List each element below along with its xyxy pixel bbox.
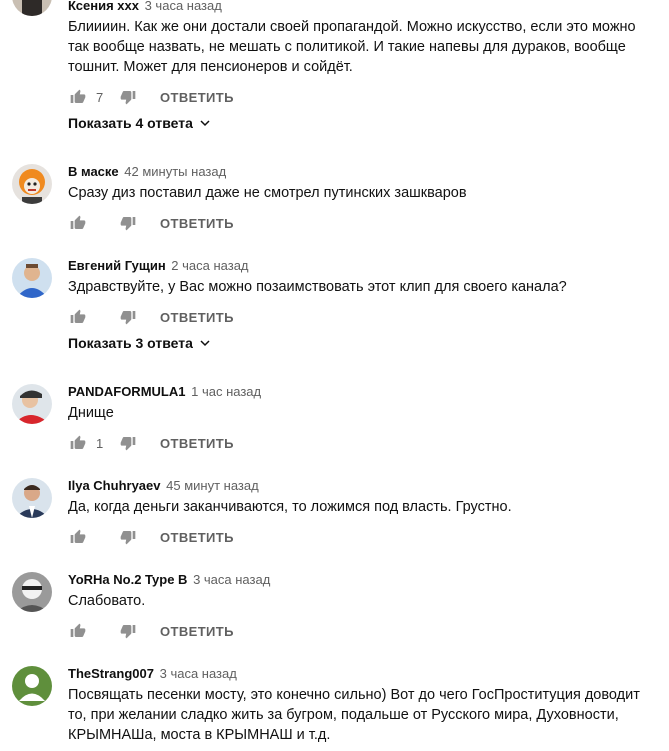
reply-button[interactable]: ОТВЕТИТЬ	[160, 216, 234, 231]
comment-header: Ксения xxx 3 часа назад	[68, 0, 659, 14]
comment-time[interactable]: 3 часа назад	[160, 666, 237, 681]
like-button[interactable]	[68, 621, 88, 641]
dislike-button[interactable]	[118, 307, 138, 327]
comment-header: PANDAFORMULA1 1 час назад	[68, 384, 659, 400]
comment-time[interactable]: 42 минуты назад	[124, 164, 226, 179]
comment-text: Сразу диз поставил даже не смотрел путин…	[68, 185, 467, 201]
thumbs-up-icon	[70, 529, 86, 543]
comment-actions: ОТВЕТИТЬ	[68, 525, 659, 549]
avatar-default-green-icon	[12, 666, 52, 706]
avatar[interactable]	[12, 0, 52, 16]
thumbs-up-icon	[70, 435, 86, 449]
thumbs-down-icon	[120, 531, 136, 545]
comment-text: Блиииин. Как же они достали своей пропаг…	[68, 19, 636, 75]
comment-time[interactable]: 45 минут назад	[166, 478, 259, 493]
reply-button[interactable]: ОТВЕТИТЬ	[160, 90, 234, 105]
author-name[interactable]: TheStrang007	[68, 666, 154, 681]
show-replies-label: Показать 4 ответа	[68, 115, 193, 131]
chevron-down-icon	[199, 117, 211, 129]
comment-header: В маске 42 минуты назад	[68, 164, 659, 180]
avatar[interactable]	[12, 572, 52, 612]
avatar[interactable]	[12, 478, 52, 518]
author-name[interactable]: В маске	[68, 164, 119, 179]
thumbs-down-icon	[120, 437, 136, 451]
reply-button[interactable]: ОТВЕТИТЬ	[160, 624, 234, 639]
like-button[interactable]	[68, 87, 88, 107]
comment-actions: ОТВЕТИТЬ	[68, 305, 659, 329]
comment-header: TheStrang007 3 часа назад	[68, 666, 659, 682]
avatar-clown-mask-icon	[12, 164, 52, 204]
like-button[interactable]	[68, 527, 88, 547]
comment-actions: 7 ОТВЕТИТЬ	[68, 85, 659, 109]
comment-text: Да, когда деньги заканчиваются, то ложим…	[68, 499, 512, 515]
like-button[interactable]	[68, 307, 88, 327]
avatar[interactable]	[12, 164, 52, 204]
thumbs-down-icon	[120, 91, 136, 105]
like-count: 7	[96, 89, 104, 105]
comment-header: Ilya Chuhryaev 45 минут назад	[68, 478, 659, 494]
dislike-button[interactable]	[118, 621, 138, 641]
author-name[interactable]: YoRHa No.2 Type B	[68, 572, 187, 587]
thumbs-up-icon	[70, 89, 86, 103]
like-count: 1	[96, 435, 104, 451]
thumbs-up-icon	[70, 623, 86, 637]
comment-time[interactable]: 2 часа назад	[171, 258, 248, 273]
comment-time[interactable]: 3 часа назад	[193, 572, 270, 587]
dislike-button[interactable]	[118, 213, 138, 233]
thumbs-down-icon	[120, 311, 136, 325]
author-name[interactable]: Ilya Chuhryaev	[68, 478, 161, 493]
comment-time[interactable]: 3 часа назад	[145, 0, 222, 13]
comment-actions: ОТВЕТИТЬ	[68, 211, 659, 235]
comment-header: Евгений Гущин 2 часа назад	[68, 258, 659, 274]
chevron-down-icon	[199, 337, 211, 349]
comment-text: Посвящать песенки мосту, это конечно сил…	[68, 687, 640, 743]
avatar-character-white-icon	[12, 572, 52, 612]
dislike-button[interactable]	[118, 87, 138, 107]
show-replies-button[interactable]: Показать 3 ответа	[68, 333, 659, 353]
like-button[interactable]	[68, 433, 88, 453]
comment-text: Слабовато.	[68, 593, 146, 609]
comment-text: Днище	[68, 405, 114, 421]
comment-actions: 1 ОТВЕТИТЬ	[68, 431, 659, 455]
avatar[interactable]	[12, 666, 52, 706]
dislike-button[interactable]	[118, 527, 138, 547]
comment-text: Здравствуйте, у Вас можно позаимствовать…	[68, 279, 567, 295]
dislike-button[interactable]	[118, 433, 138, 453]
avatar-man-blue-shirt-icon	[12, 258, 52, 298]
avatar[interactable]	[12, 258, 52, 298]
show-replies-label: Показать 3 ответа	[68, 335, 193, 351]
author-name[interactable]: Евгений Гущин	[68, 258, 166, 273]
like-button[interactable]	[68, 213, 88, 233]
thumbs-up-icon	[70, 215, 86, 229]
avatar[interactable]	[12, 384, 52, 424]
comment-actions: ОТВЕТИТЬ	[68, 619, 659, 643]
author-name[interactable]: PANDAFORMULA1	[68, 384, 185, 399]
reply-button[interactable]: ОТВЕТИТЬ	[160, 310, 234, 325]
reply-button[interactable]: ОТВЕТИТЬ	[160, 436, 234, 451]
avatar-man-suit-icon	[12, 478, 52, 518]
comment-time[interactable]: 1 час назад	[191, 384, 261, 399]
avatar-user-photo-icon	[12, 0, 52, 16]
thumbs-down-icon	[120, 217, 136, 231]
show-replies-button[interactable]: Показать 4 ответа	[68, 113, 659, 133]
author-name[interactable]: Ксения xxx	[68, 0, 139, 13]
comment-header: YoRHa No.2 Type B 3 часа назад	[68, 572, 659, 588]
thumbs-up-icon	[70, 309, 86, 323]
avatar-racer-red-icon	[12, 384, 52, 424]
thumbs-down-icon	[120, 625, 136, 639]
reply-button[interactable]: ОТВЕТИТЬ	[160, 530, 234, 545]
